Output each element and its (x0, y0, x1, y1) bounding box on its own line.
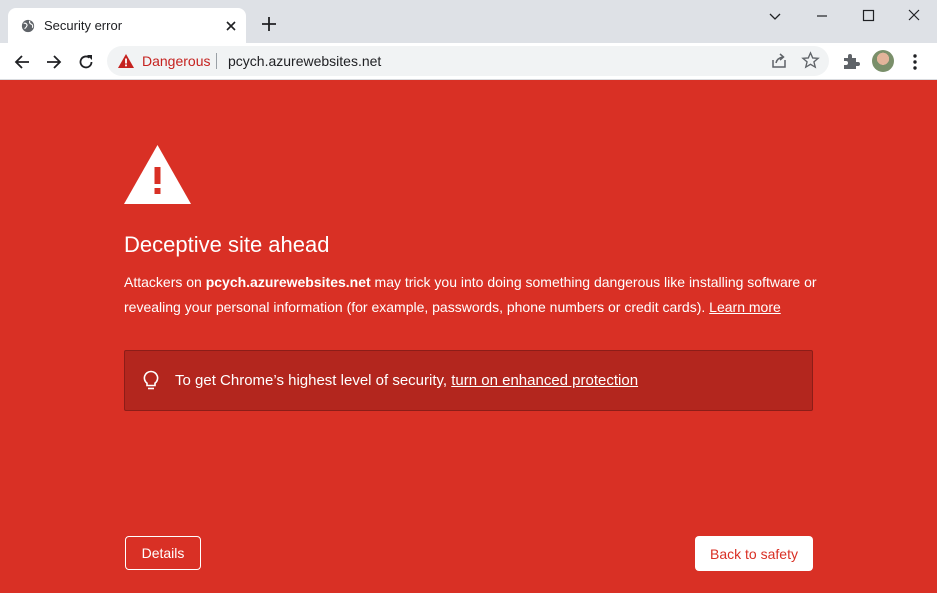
extensions-puzzle-icon[interactable] (841, 52, 861, 72)
tab-title: Security error (44, 18, 123, 33)
tip-label: To get Chrome’s highest level of securit… (175, 372, 452, 389)
title-bar: Security error (0, 0, 937, 43)
url-text[interactable]: pcych.azurewebsites.net (228, 53, 381, 69)
reload-icon[interactable] (76, 52, 96, 72)
tip-text: To get Chrome’s highest level of securit… (175, 372, 638, 389)
details-button[interactable]: Details (125, 536, 201, 570)
page-title: Deceptive site ahead (124, 232, 330, 257)
avatar[interactable] (872, 50, 894, 72)
enhanced-protection-tip: To get Chrome’s highest level of securit… (124, 350, 813, 411)
share-icon[interactable] (770, 52, 788, 70)
kebab-menu-icon[interactable] (906, 52, 924, 72)
toolbar: Dangerous pcych.azurewebsites.net (0, 43, 937, 80)
warning-icon (124, 145, 191, 204)
learn-more-link[interactable]: Learn more (709, 299, 781, 315)
interstitial-page: Deceptive site ahead Attackers on pcych.… (0, 80, 937, 593)
globe-icon (21, 19, 35, 33)
warning-icon[interactable] (118, 54, 134, 68)
back-arrow-icon[interactable] (12, 52, 32, 72)
warning-description: Attackers on pcych.azurewebsites.net may… (124, 270, 824, 320)
chevron-down-icon[interactable] (765, 6, 785, 26)
divider (216, 53, 217, 69)
star-icon[interactable] (801, 51, 820, 70)
enhanced-protection-link[interactable]: turn on enhanced protection (451, 372, 638, 389)
back-to-safety-button[interactable]: Back to safety (695, 536, 813, 571)
address-bar[interactable]: Dangerous pcych.azurewebsites.net (107, 46, 829, 76)
close-icon[interactable] (222, 17, 240, 35)
minimize-icon[interactable] (812, 6, 832, 26)
security-status-label[interactable]: Dangerous (142, 53, 211, 69)
close-window-icon[interactable] (904, 6, 924, 26)
site-domain: pcych.azurewebsites.net (205, 274, 371, 290)
lightbulb-icon (143, 370, 159, 390)
maximize-icon[interactable] (858, 6, 878, 26)
description-text: Attackers on (124, 274, 206, 290)
browser-tab[interactable]: Security error (8, 8, 246, 43)
plus-icon[interactable] (260, 15, 278, 33)
forward-arrow-icon[interactable] (44, 52, 64, 72)
